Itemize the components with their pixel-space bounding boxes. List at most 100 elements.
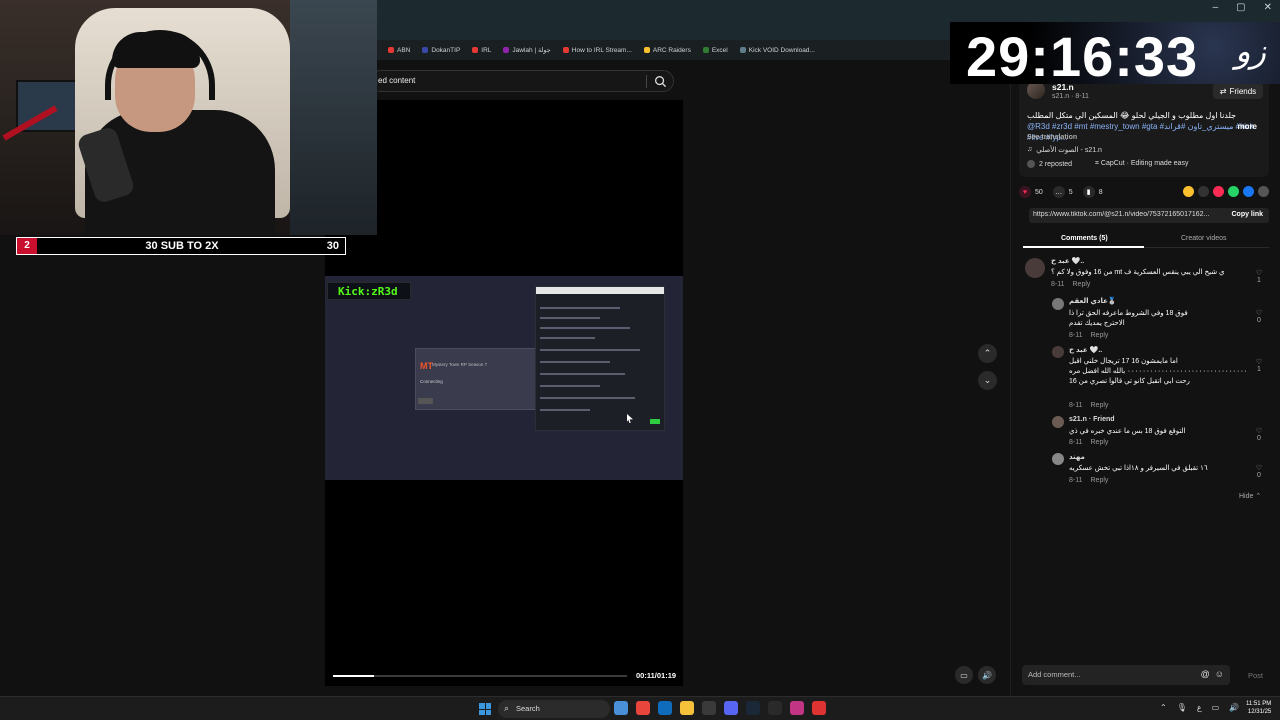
timer-value: 29:16:33 xyxy=(966,25,1199,84)
friends-button[interactable]: ⇄ Friends xyxy=(1213,83,1263,99)
comment-like-count: 0 xyxy=(1257,435,1261,442)
previous-video-button[interactable]: ⌃ xyxy=(978,344,997,363)
comment-author[interactable]: عبد ح 🤍.. xyxy=(1069,346,1102,354)
chat-line xyxy=(540,373,625,375)
mic-icon[interactable]: 🎙 xyxy=(1177,703,1187,712)
comment-button[interactable]: … 5 xyxy=(1052,186,1073,198)
commenter-avatar[interactable] xyxy=(1052,298,1064,310)
next-video-button[interactable]: ⌄ xyxy=(978,371,997,390)
hide-replies-button[interactable]: Hide ⌃ xyxy=(1239,492,1261,500)
facebook-icon[interactable] xyxy=(1243,186,1254,197)
instagram-icon[interactable] xyxy=(790,701,804,715)
comment-like-count: 0 xyxy=(1257,472,1261,479)
tab-creator-videos[interactable]: Creator videos xyxy=(1181,235,1227,242)
repost-avatar xyxy=(1027,160,1035,168)
search-input[interactable]: ed content xyxy=(370,70,674,92)
emoji-icon[interactable]: ☺ xyxy=(1215,669,1224,679)
maximize-button[interactable]: ▢ xyxy=(1236,2,1245,13)
epic-icon[interactable] xyxy=(768,701,782,715)
video-player[interactable]: Kick:zR3d MT Mystery Town RP Season 7 Co… xyxy=(325,100,683,686)
bookmark-favicon-icon xyxy=(702,47,709,53)
network-icon[interactable]: ▭ xyxy=(1212,703,1220,712)
minimize-button[interactable]: – xyxy=(1213,2,1219,13)
bookmark-item[interactable]: ABN xyxy=(388,47,410,54)
copilot-icon[interactable] xyxy=(614,701,628,715)
bookmark-favicon-icon xyxy=(643,47,650,53)
post-comment-button[interactable]: Post xyxy=(1248,671,1263,680)
bookmark-item[interactable]: DokanTIP xyxy=(422,47,460,54)
comment-like[interactable]: ♡ 1 xyxy=(1253,269,1265,284)
video-progress-bar[interactable] xyxy=(333,675,627,677)
chevron-up-icon[interactable]: ⌃ xyxy=(1160,703,1167,712)
miniplayer-button[interactable]: ▭ xyxy=(955,666,973,684)
outlook-icon[interactable] xyxy=(658,701,672,715)
commenter-avatar[interactable] xyxy=(1052,453,1064,465)
tab-comments[interactable]: Comments (5) xyxy=(1061,235,1108,242)
reply-button[interactable]: Reply xyxy=(1073,281,1091,288)
search-divider xyxy=(646,75,647,88)
bookmark-label: How to IRL Stream... xyxy=(571,46,632,54)
commenter-avatar[interactable] xyxy=(1025,258,1045,278)
chat-line xyxy=(540,307,620,309)
comment-author[interactable]: s21.n · Friend xyxy=(1069,416,1115,423)
bookmark-favicon-icon xyxy=(503,47,510,53)
add-comment-input[interactable]: Add comment... @ ☺ xyxy=(1022,665,1230,685)
comment-like[interactable]: ♡ 0 xyxy=(1253,464,1265,479)
capcut-link[interactable]: ⌗ CapCut · Editing made easy xyxy=(1095,160,1188,168)
comment-author[interactable]: عبد ح 🤍.. xyxy=(1051,257,1084,265)
chrome-icon[interactable] xyxy=(636,701,650,715)
embed-icon[interactable] xyxy=(1198,186,1209,197)
webcam-overlay xyxy=(0,0,377,235)
store-icon[interactable] xyxy=(702,701,716,715)
whatsapp-icon[interactable] xyxy=(1228,186,1239,197)
chat-line xyxy=(540,337,595,339)
start-button[interactable] xyxy=(479,703,491,715)
comment-like[interactable]: ♡ 0 xyxy=(1253,309,1265,324)
post-link[interactable]: https://www.tiktok.com/@s21.n/video/7537… xyxy=(1033,211,1219,218)
taskbar-clock[interactable]: 11:51 PM 12/31/25 xyxy=(1246,700,1271,716)
taskbar-apps xyxy=(614,701,826,715)
bookmark-favicon-icon xyxy=(422,47,429,53)
repost-share-icon[interactable] xyxy=(1183,186,1194,197)
share-arrow-icon[interactable] xyxy=(1258,186,1269,197)
send-icon[interactable] xyxy=(1213,186,1224,197)
discord-icon[interactable] xyxy=(724,701,738,715)
save-button[interactable]: ▮ 8 xyxy=(1082,186,1103,198)
language-indicator[interactable]: ع xyxy=(1197,703,1202,712)
see-translation-link[interactable]: See translation xyxy=(1027,134,1077,141)
comment-like[interactable]: ♡ 0 xyxy=(1253,427,1265,442)
volume-button[interactable]: 🔊 xyxy=(978,666,996,684)
volume-icon[interactable]: 🔊 xyxy=(1229,703,1239,712)
like-button[interactable]: ♥ 50 xyxy=(1019,186,1043,198)
search-icon[interactable] xyxy=(654,75,667,88)
bookmark-item[interactable]: Jawlah | جولة xyxy=(503,46,551,54)
more-link[interactable]: more xyxy=(1237,121,1257,132)
reply-button[interactable]: Reply xyxy=(1091,332,1109,339)
bookmark-item[interactable]: Kick VOID Download... xyxy=(739,47,815,54)
mention-icon[interactable]: @ xyxy=(1201,669,1210,679)
bookmark-item[interactable]: How to IRL Stream... xyxy=(562,46,632,54)
file-explorer-icon[interactable] xyxy=(680,701,694,715)
comment-meta: 8-11 Reply xyxy=(1069,332,1108,339)
comment-author[interactable]: مهند xyxy=(1069,453,1085,461)
commenter-avatar[interactable] xyxy=(1052,346,1064,358)
obs-icon[interactable] xyxy=(812,701,826,715)
steam-icon[interactable] xyxy=(746,701,760,715)
reply-button[interactable]: Reply xyxy=(1091,402,1109,409)
reply-button[interactable]: Reply xyxy=(1091,477,1109,484)
bookmark-item[interactable]: Excel xyxy=(702,47,728,54)
reply-button[interactable]: Reply xyxy=(1091,439,1109,446)
bookmark-item[interactable]: ARC Raiders xyxy=(643,47,691,54)
active-tab-indicator xyxy=(1023,246,1144,248)
close-button[interactable]: ✕ xyxy=(1264,2,1272,13)
comment-author[interactable]: عادي العقم🥈 xyxy=(1069,297,1117,305)
copy-link-button[interactable]: Copy link xyxy=(1231,211,1263,218)
comment-text: ي شيخ الي يبي ينقس العسكرية ف mt من 16 و… xyxy=(1051,269,1225,276)
comment-like[interactable]: ♡ 1 xyxy=(1253,358,1265,373)
commenter-avatar[interactable] xyxy=(1052,416,1064,428)
comment-date: 8-11 xyxy=(1051,281,1065,288)
taskbar-search[interactable]: ⌕ Search xyxy=(498,700,610,718)
bookmark-item[interactable]: IRL xyxy=(472,47,491,54)
sound-link[interactable]: ♫ الصوت الأصلي - s21.n xyxy=(1027,146,1102,154)
bookmark-label: Jawlah | جولة xyxy=(512,47,551,54)
